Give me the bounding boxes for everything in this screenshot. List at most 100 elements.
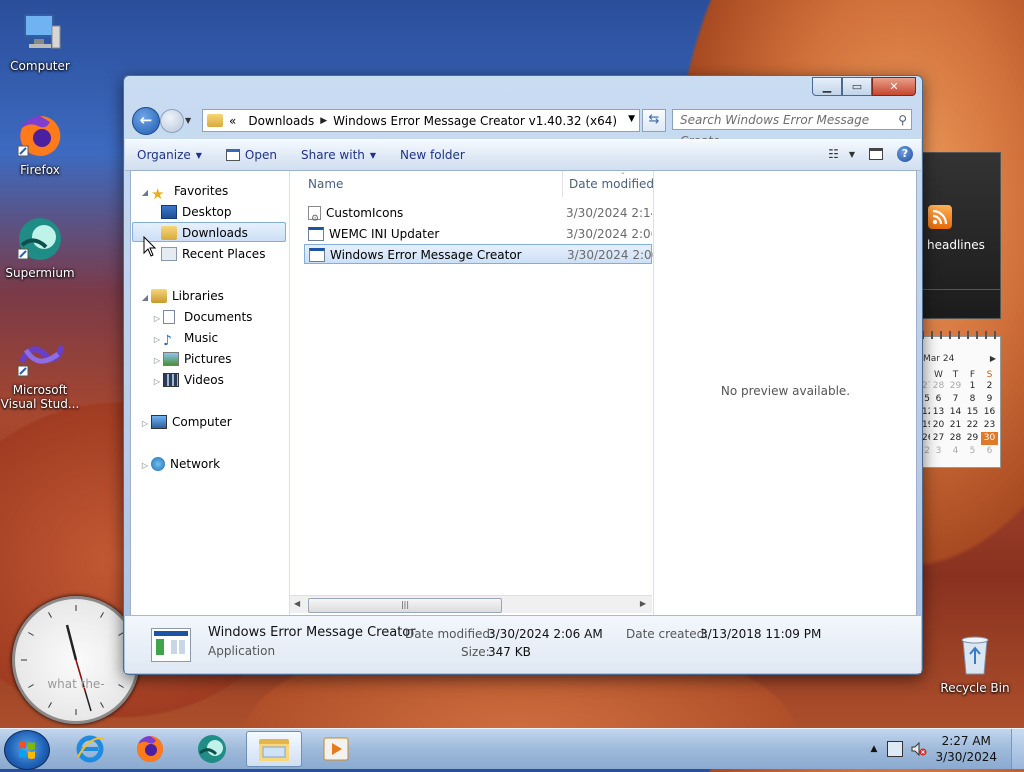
collapse-triangle-icon[interactable]: ◢ bbox=[139, 288, 151, 308]
calendar-day[interactable]: 14 bbox=[947, 406, 964, 419]
network-tray-icon[interactable] bbox=[887, 741, 904, 757]
taskbar-windows-explorer[interactable] bbox=[246, 731, 302, 767]
desktop-icon-supermium[interactable]: Supermium bbox=[0, 215, 80, 280]
taskbar-supermium[interactable] bbox=[184, 731, 240, 767]
minimize-button[interactable]: ▁ bbox=[812, 77, 842, 96]
calendar-gadget[interactable]: Mar 24 ▶ W T F S 27282912567891213141516… bbox=[921, 331, 1001, 468]
desktop-icon-recycle-bin[interactable]: Recycle Bin bbox=[935, 630, 1015, 695]
breadcrumb-current[interactable]: Windows Error Message Creator v1.40.32 (… bbox=[327, 114, 623, 128]
feed-headlines-gadget[interactable]: headlines bbox=[921, 152, 1001, 319]
column-header-date[interactable]: Date modified bbox=[569, 171, 654, 197]
maximize-button[interactable]: ▭ bbox=[842, 77, 872, 96]
file-row-selected[interactable]: Windows Error Message Creator 3/30/2024 … bbox=[304, 244, 653, 264]
breadcrumb-downloads[interactable]: Downloads bbox=[242, 114, 320, 128]
clock-gadget[interactable]: what the- bbox=[12, 596, 140, 724]
nav-network[interactable]: ▷ Network bbox=[139, 454, 220, 474]
collapse-triangle-icon[interactable]: ◢ bbox=[139, 183, 151, 203]
search-box[interactable]: Search Windows Error Message Creato... ⚲ bbox=[672, 109, 912, 148]
calendar-day[interactable]: 30 bbox=[981, 432, 998, 445]
file-list[interactable]: Name Date modified ⌄ ⚙ CustomIcons 3/30/2… bbox=[290, 171, 654, 615]
nav-favorites[interactable]: ◢ ★ Favorites bbox=[139, 181, 228, 203]
close-button[interactable]: ✕ bbox=[872, 77, 916, 96]
scroll-left-icon[interactable]: ◀ bbox=[294, 599, 300, 608]
calendar-day[interactable]: 1 bbox=[964, 380, 981, 393]
desktop-icon-computer[interactable]: Computer bbox=[0, 8, 80, 73]
expand-triangle-icon[interactable]: ▷ bbox=[151, 309, 163, 329]
breadcrumb-separator-icon[interactable]: ▶ bbox=[320, 116, 327, 126]
show-hidden-icons-button[interactable]: ▲ bbox=[871, 744, 878, 754]
calendar-day[interactable]: 15 bbox=[964, 406, 981, 419]
file-row[interactable]: WEMC INI Updater 3/30/2024 2:06 AM bbox=[304, 224, 652, 244]
calendar-next-arrow[interactable]: ▶ bbox=[990, 354, 996, 363]
taskbar-clock[interactable]: 2:27 AM 3/30/2024 bbox=[935, 733, 997, 765]
calendar-day[interactable]: 27 bbox=[922, 380, 930, 393]
taskbar-internet-explorer[interactable] bbox=[62, 731, 118, 767]
address-dropdown-icon[interactable]: ▼ bbox=[628, 114, 635, 124]
desktop-icon-firefox[interactable]: Firefox bbox=[0, 112, 80, 177]
calendar-day[interactable]: 12 bbox=[922, 406, 930, 419]
calendar-day[interactable]: 19 bbox=[922, 419, 930, 432]
nav-music[interactable]: ▷ ♪ Music bbox=[151, 328, 218, 349]
nav-pictures[interactable]: ▷ Pictures bbox=[151, 349, 232, 369]
calendar-day[interactable]: 5 bbox=[964, 445, 981, 458]
calendar-day[interactable]: 26 bbox=[922, 432, 930, 445]
expand-triangle-icon[interactable]: ▷ bbox=[139, 456, 151, 476]
forward-button[interactable] bbox=[160, 109, 184, 133]
calendar-day[interactable]: 2 bbox=[922, 445, 930, 458]
expand-triangle-icon[interactable]: ▷ bbox=[139, 414, 151, 434]
file-row[interactable]: ⚙ CustomIcons 3/30/2024 2:14 AM bbox=[304, 203, 652, 224]
horizontal-scrollbar[interactable]: ◀ ||| ▶ bbox=[290, 595, 652, 613]
nav-documents[interactable]: ▷ Documents bbox=[151, 307, 252, 327]
calendar-day[interactable]: 4 bbox=[947, 445, 964, 458]
calendar-day[interactable]: 7 bbox=[947, 393, 964, 406]
calendar-day[interactable]: 20 bbox=[930, 419, 947, 432]
recent-pages-dropdown[interactable]: ▼ bbox=[185, 116, 191, 125]
taskbar-firefox[interactable] bbox=[122, 731, 178, 767]
calendar-day[interactable]: 13 bbox=[930, 406, 947, 419]
calendar-day[interactable]: 6 bbox=[930, 393, 947, 406]
calendar-day[interactable]: 21 bbox=[947, 419, 964, 432]
taskbar-media-player[interactable] bbox=[308, 731, 364, 767]
column-divider[interactable] bbox=[562, 171, 563, 197]
calendar-day[interactable]: 3 bbox=[930, 445, 947, 458]
share-with-button[interactable]: Share with ▼ bbox=[289, 148, 388, 162]
calendar-day[interactable]: 2 bbox=[981, 380, 998, 393]
nav-recent-places[interactable]: Recent Places bbox=[161, 244, 265, 264]
desktop-icon-visual-studio[interactable]: Microsoft Visual Stud... bbox=[0, 332, 80, 411]
nav-computer[interactable]: ▷ Computer bbox=[139, 412, 232, 432]
organize-button[interactable]: Organize ▼ bbox=[125, 148, 214, 162]
expand-triangle-icon[interactable]: ▷ bbox=[151, 351, 163, 371]
calendar-day[interactable]: 29 bbox=[964, 432, 981, 445]
calendar-day[interactable]: 23 bbox=[981, 419, 998, 432]
calendar-day[interactable]: 9 bbox=[981, 393, 998, 406]
calendar-day[interactable]: 29 bbox=[947, 380, 964, 393]
open-button[interactable]: Open bbox=[214, 148, 289, 162]
calendar-day[interactable]: 8 bbox=[964, 393, 981, 406]
calendar-day[interactable]: 27 bbox=[930, 432, 947, 445]
calendar-day[interactable]: 6 bbox=[981, 445, 998, 458]
start-button[interactable] bbox=[4, 730, 50, 770]
calendar-day[interactable]: 22 bbox=[964, 419, 981, 432]
nav-desktop[interactable]: Desktop bbox=[161, 202, 232, 222]
help-button[interactable]: ? bbox=[897, 146, 913, 162]
search-icon[interactable]: ⚲ bbox=[898, 110, 907, 131]
column-header-name[interactable]: Name bbox=[308, 171, 558, 197]
nav-libraries[interactable]: ◢ Libraries bbox=[139, 286, 224, 306]
scrollbar-thumb[interactable]: ||| bbox=[308, 598, 502, 613]
preview-pane-button[interactable] bbox=[869, 148, 883, 160]
calendar-day[interactable]: 5 bbox=[922, 393, 930, 406]
new-folder-button[interactable]: New folder bbox=[388, 148, 477, 162]
volume-muted-icon[interactable] bbox=[911, 741, 927, 757]
breadcrumb-overflow[interactable]: « bbox=[223, 114, 242, 128]
back-button[interactable]: ← bbox=[132, 107, 160, 135]
change-view-button[interactable]: ☷ ▼ bbox=[828, 147, 855, 161]
calendar-day[interactable]: 28 bbox=[930, 380, 947, 393]
explorer-window[interactable]: ▁ ▭ ✕ ← ▼ « Downloads ▶ Windows Error Me… bbox=[123, 75, 923, 675]
scroll-right-icon[interactable]: ▶ bbox=[640, 599, 646, 608]
nav-videos[interactable]: ▷ Videos bbox=[151, 370, 224, 390]
refresh-button[interactable]: ⇆ bbox=[642, 109, 666, 132]
calendar-day[interactable]: 16 bbox=[981, 406, 998, 419]
expand-triangle-icon[interactable]: ▷ bbox=[151, 372, 163, 392]
calendar-day[interactable]: 28 bbox=[947, 432, 964, 445]
show-desktop-button[interactable] bbox=[1011, 729, 1024, 769]
